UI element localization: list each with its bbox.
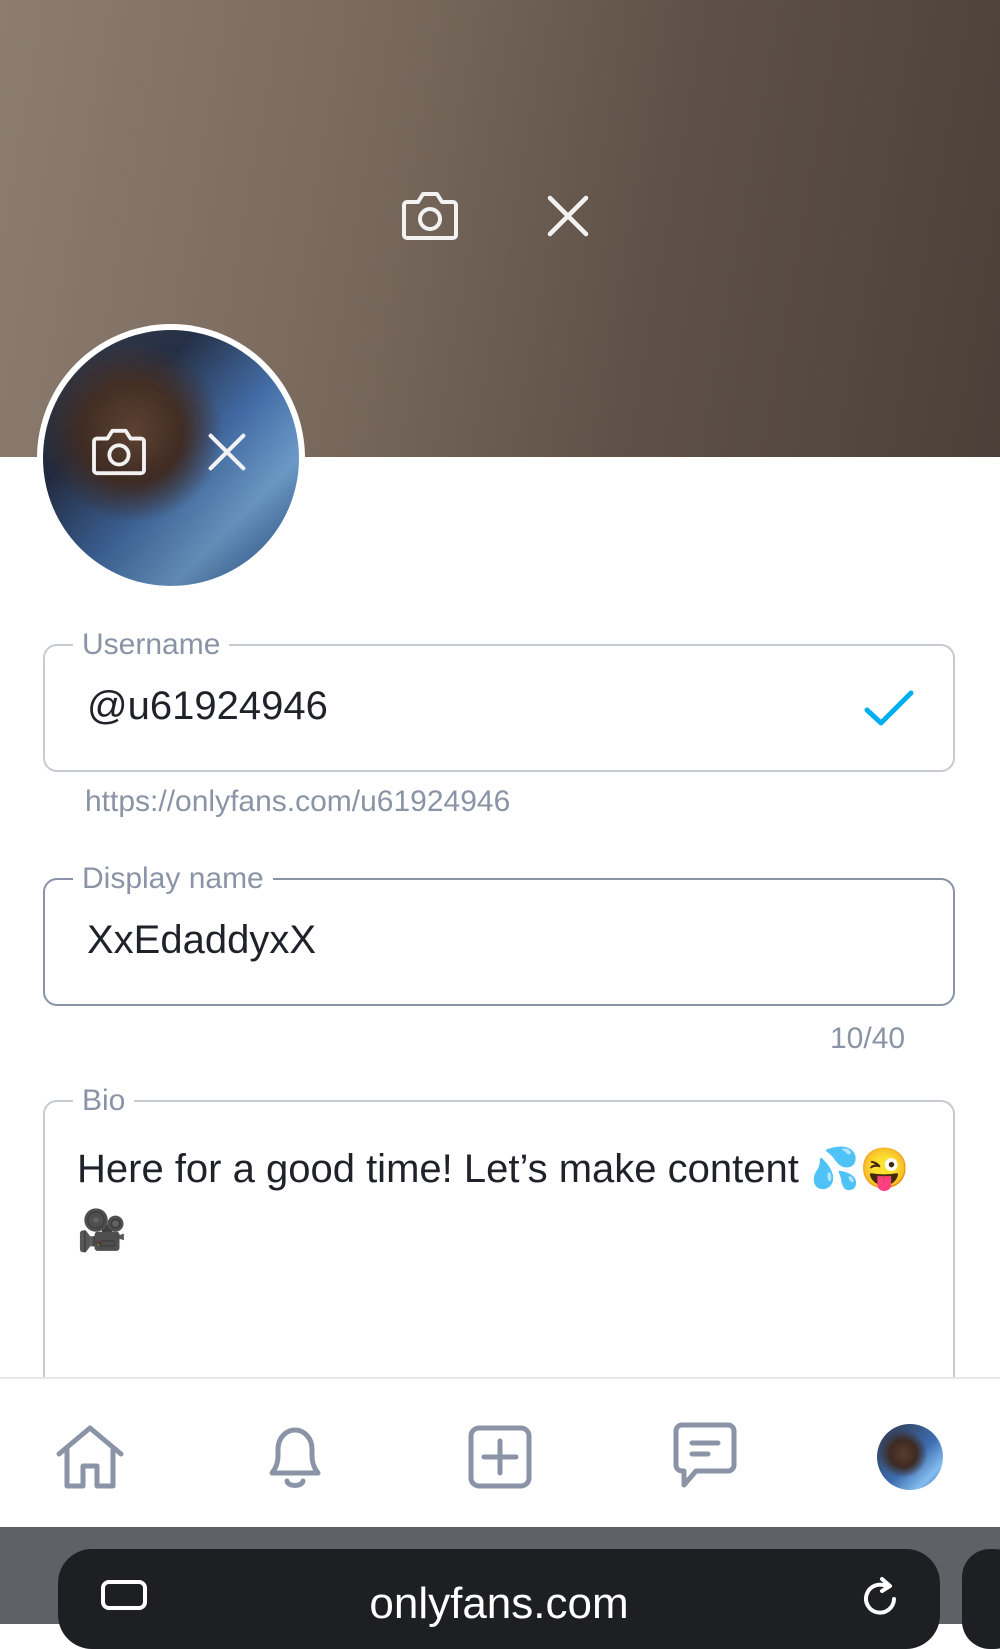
nav-messages[interactable] [665,1417,745,1497]
plus-square-icon [468,1425,532,1489]
username-url-hint: https://onlyfans.com/u61924946 [85,785,511,818]
nav-new-post[interactable] [460,1417,540,1497]
camera-icon [402,192,458,240]
camera-icon [92,428,146,476]
avatar-shade [43,330,299,586]
avatar-upload-button[interactable] [87,420,151,484]
browser-toolbar: onlyfans.com [0,1527,1000,1649]
address-bar[interactable]: onlyfans.com [58,1549,940,1649]
username-input[interactable]: @u61924946 [87,684,328,729]
username-field[interactable]: Username @u61924946 [43,628,955,772]
avatar [877,1424,943,1490]
url-text: onlyfans.com [369,1579,629,1628]
nav-home[interactable] [50,1417,130,1497]
check-icon [864,690,914,726]
reload-icon[interactable] [856,1575,904,1623]
avatar-remove-button[interactable] [195,420,259,484]
message-icon [673,1422,737,1488]
nav-notifications[interactable] [255,1417,335,1497]
next-tab-preview[interactable] [962,1549,1000,1649]
close-icon [208,433,246,471]
display-name-counter: 10/40 [830,1022,906,1055]
bio-field[interactable]: Bio Here for a good time! Let’s make con… [43,1084,955,1420]
display-name-input[interactable]: XxEdaddyxX [87,918,316,963]
cover-remove-button[interactable] [530,178,606,254]
bottom-nav [0,1377,1000,1529]
display-name-field[interactable]: Display name XxEdaddyxX [43,862,955,1006]
bio-label: Bio [73,1084,135,1118]
bell-icon [269,1427,321,1488]
avatar [43,330,299,586]
home-icon [56,1425,124,1489]
bio-textarea[interactable]: Here for a good time! Let’s make content… [77,1138,917,1262]
cover-upload-button[interactable] [392,178,468,254]
avatar-frame [37,324,305,592]
nav-profile[interactable] [870,1417,950,1497]
display-name-label: Display name [73,862,273,896]
username-label: Username [73,628,230,662]
close-icon [547,195,589,237]
